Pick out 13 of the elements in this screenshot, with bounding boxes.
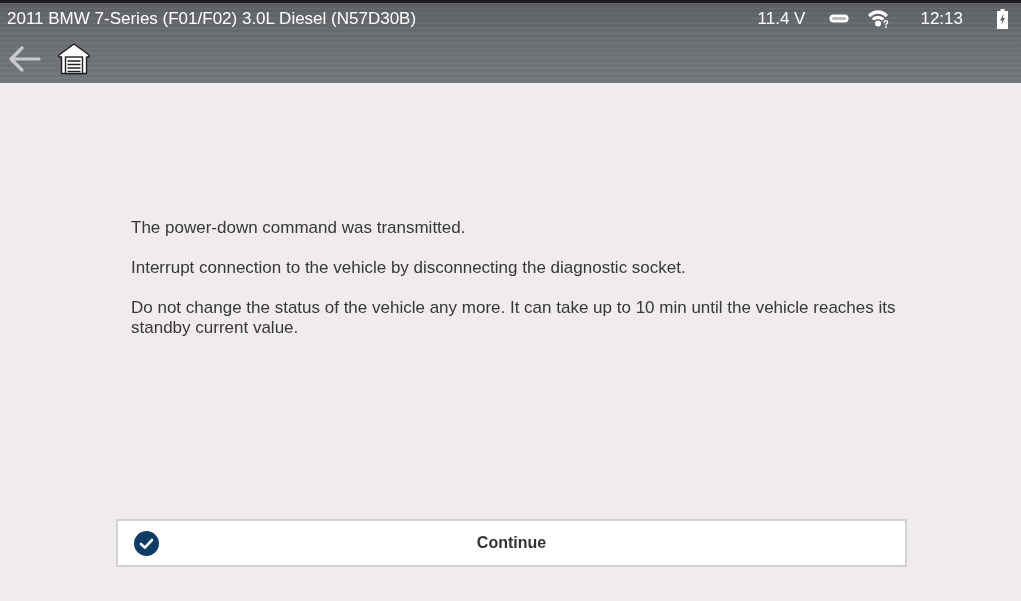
message-paragraph: Do not change the status of the vehicle any more. It can take up to 10 min until the vehicle reaches its standby current value.: [131, 298, 897, 338]
message-paragraph: Interrupt connection to the vehicle by disconnecting the diagnostic socket.: [131, 258, 687, 278]
check-circle-icon: [134, 531, 159, 556]
battery-charging-icon: [997, 8, 1008, 29]
voltage-reading: 11.4 V: [757, 8, 806, 29]
message-paragraph: The power-down command was transmitted.: [131, 218, 467, 238]
rounded-bar-icon: [829, 14, 850, 23]
garage-home-icon[interactable]: [57, 42, 91, 75]
back-arrow-icon[interactable]: [8, 44, 41, 73]
vehicle-title: 2011 BMW 7-Series (F01/F02) 3.0L Diesel (N57D30B): [7, 8, 418, 29]
clock-time: 12:13: [920, 8, 963, 29]
wifi-icon: [867, 8, 891, 29]
continue-button[interactable]: Continue: [116, 519, 907, 567]
